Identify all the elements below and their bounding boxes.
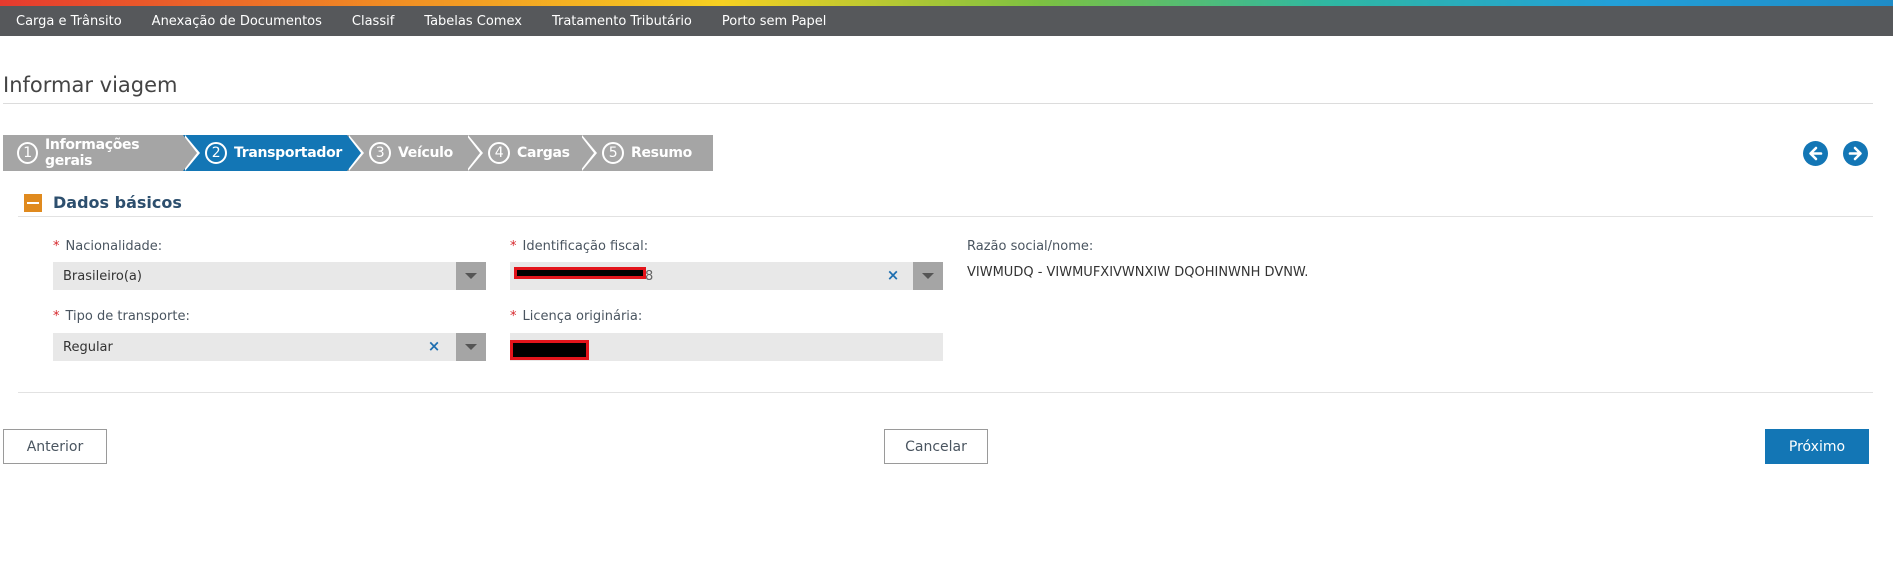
nav-tratamento-tributario[interactable]: Tratamento Tributário xyxy=(537,14,707,29)
caret-down-icon xyxy=(922,273,934,279)
clear-x-icon[interactable]: × xyxy=(427,339,441,354)
wizard-step-informacoes-gerais[interactable]: 1 Informações gerais xyxy=(3,135,200,171)
step-number: 5 xyxy=(602,142,624,164)
clear-x-icon[interactable]: × xyxy=(886,268,900,283)
step-arrow xyxy=(347,135,361,171)
required-asterisk: * xyxy=(510,239,517,254)
step-arrow xyxy=(183,135,197,171)
top-navigation: Carga e Trânsito Anexação de Documentos … xyxy=(0,6,1893,36)
form-footer-divider xyxy=(18,392,1873,393)
identificacao-fiscal-visible-suffix: 8 xyxy=(645,268,654,284)
nav-porto-sem-papel[interactable]: Porto sem Papel xyxy=(707,14,842,29)
section-header-dados-basicos: Dados básicos xyxy=(24,193,182,212)
identificacao-fiscal-dropdown-toggle[interactable] xyxy=(913,262,943,290)
tipo-transporte-label: * Tipo de transporte: xyxy=(53,309,190,324)
step-number: 4 xyxy=(488,142,510,164)
proximo-button[interactable]: Próximo xyxy=(1765,429,1869,464)
step-arrow xyxy=(466,135,480,171)
step-label: Cargas xyxy=(517,145,570,161)
step-label: Transportador xyxy=(234,145,342,161)
tipo-transporte-value: Regular xyxy=(63,339,113,355)
arrow-right-circle-icon xyxy=(1848,146,1862,161)
nav-classif[interactable]: Classif xyxy=(337,14,409,29)
nav-tabelas-comex[interactable]: Tabelas Comex xyxy=(409,14,537,29)
cancel-button[interactable]: Cancelar xyxy=(884,429,988,464)
wizard-steps: 1 Informações gerais 2 Transportador 3 V… xyxy=(3,135,713,171)
anterior-button[interactable]: Anterior xyxy=(3,429,107,464)
nacionalidade-label-text: Nacionalidade: xyxy=(65,239,163,254)
step-number: 3 xyxy=(369,142,391,164)
section-title: Dados básicos xyxy=(53,193,182,212)
wizard-step-transportador[interactable]: 2 Transportador xyxy=(183,135,364,171)
wizard-step-resumo[interactable]: 5 Resumo xyxy=(580,135,713,171)
wizard-step-cargas[interactable]: 4 Cargas xyxy=(466,135,597,171)
caret-down-icon xyxy=(465,344,477,350)
title-divider xyxy=(3,103,1873,104)
step-label: Resumo xyxy=(631,145,692,161)
caret-down-icon xyxy=(465,273,477,279)
required-asterisk: * xyxy=(510,309,517,324)
step-number: 1 xyxy=(17,142,38,164)
nav-carga-transito[interactable]: Carga e Trânsito xyxy=(0,14,137,29)
step-arrow xyxy=(580,135,594,171)
nav-anexacao-documentos[interactable]: Anexação de Documentos xyxy=(137,14,337,29)
licenca-originaria-label: * Licença originária: xyxy=(510,309,642,324)
nacionalidade-dropdown-toggle[interactable] xyxy=(456,262,486,290)
nacionalidade-select[interactable]: Brasileiro(a) xyxy=(53,262,486,290)
razao-social-value: VIWMUDQ - VIWMUFXIVWNXIW DQOHINWNH DVNW. xyxy=(967,265,1309,280)
required-asterisk: * xyxy=(53,309,60,324)
wizard-step-veiculo[interactable]: 3 Veículo xyxy=(347,135,483,171)
licenca-originaria-label-text: Licença originária: xyxy=(522,309,643,324)
tipo-transporte-select[interactable]: Regular × xyxy=(53,333,486,361)
minus-icon xyxy=(27,201,39,204)
step-label: Veículo xyxy=(398,145,453,161)
redaction-box xyxy=(514,267,646,279)
razao-social-label: Razão social/nome: xyxy=(967,239,1094,254)
collapse-section-button[interactable] xyxy=(24,193,42,212)
required-asterisk: * xyxy=(53,239,60,254)
tipo-transporte-dropdown-toggle[interactable] xyxy=(456,333,486,361)
section-divider xyxy=(18,216,1873,217)
nacionalidade-label: * Nacionalidade: xyxy=(53,239,162,254)
nacionalidade-value: Brasileiro(a) xyxy=(63,268,142,284)
identificacao-fiscal-label-text: Identificação fiscal: xyxy=(522,239,649,254)
next-step-arrow-button[interactable] xyxy=(1843,141,1868,166)
step-number: 2 xyxy=(205,142,227,164)
tipo-transporte-label-text: Tipo de transporte: xyxy=(65,309,190,324)
identificacao-fiscal-label: * Identificação fiscal: xyxy=(510,239,648,254)
arrow-left-circle-icon xyxy=(1809,146,1823,161)
page-title: Informar viagem xyxy=(3,73,178,97)
step-label: Informações gerais xyxy=(45,137,140,169)
previous-step-arrow-button[interactable] xyxy=(1803,141,1828,166)
redaction-box xyxy=(510,340,589,360)
